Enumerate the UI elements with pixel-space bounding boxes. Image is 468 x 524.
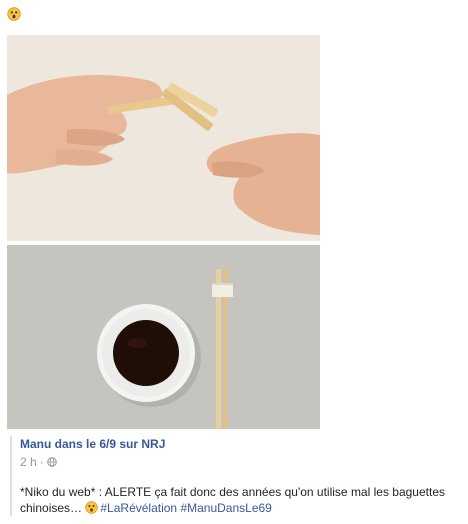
photo-soy-sauce-and-chopsticks[interactable] — [7, 245, 320, 429]
soy-sauce-dish-and-chopsticks-image — [7, 245, 320, 429]
globe-icon[interactable] — [46, 457, 57, 467]
astonished-face-icon — [85, 501, 99, 514]
meta-separator: · — [39, 455, 44, 469]
hands-breaking-chopsticks-image — [7, 35, 320, 241]
hashtag-manudansle69[interactable]: #ManuDansLe69 — [180, 501, 271, 515]
page-name-link[interactable]: Manu dans le 6/9 sur NRJ — [20, 436, 450, 452]
hashtag-larevelation[interactable]: #LaRévélation — [100, 501, 177, 515]
astonished-face-icon — [7, 7, 21, 21]
photo-hands-breaking-chopsticks[interactable] — [7, 35, 320, 241]
timestamp[interactable]: 2 h — [20, 454, 37, 470]
post-meta: 2 h · — [20, 454, 450, 470]
post-text: *Niko du web* : ALERTE ça fait donc des … — [20, 484, 458, 516]
shared-post: Manu dans le 6/9 sur NRJ 2 h · *Niko du … — [10, 436, 450, 516]
